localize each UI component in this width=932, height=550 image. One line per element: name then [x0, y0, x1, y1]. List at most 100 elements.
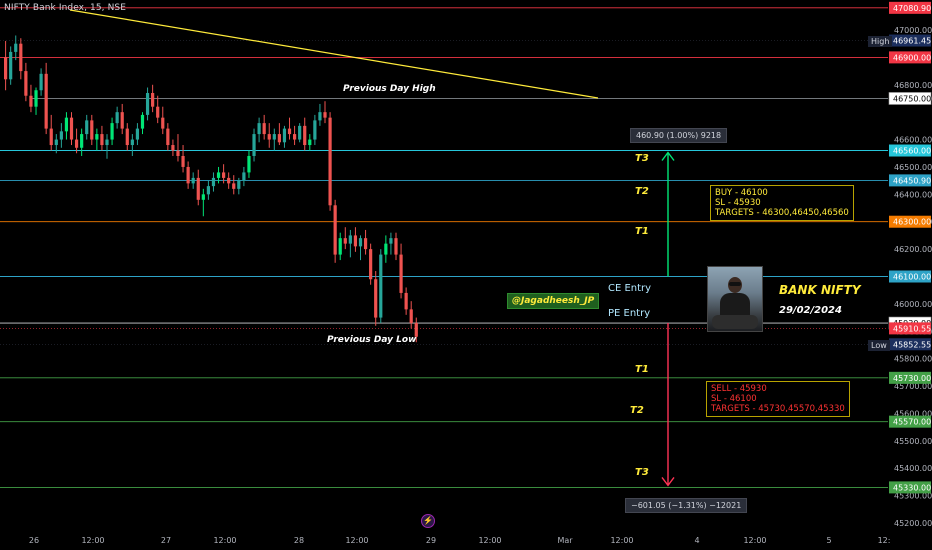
candle-body	[206, 186, 210, 195]
candle-body	[287, 128, 292, 135]
candle-body	[44, 73, 48, 129]
buy-setup-box: BUY - 46100 SL - 45930 TARGETS - 46300,4…	[710, 185, 854, 221]
x-tick-label: 12:00	[213, 536, 236, 545]
candle-body	[59, 131, 63, 140]
y-tick-label: 46800.00	[894, 81, 932, 90]
candle-body	[39, 73, 43, 91]
candle-body	[237, 180, 241, 189]
candle-body	[135, 128, 140, 140]
y-tick-label: 45200.00	[894, 519, 932, 528]
candle-body	[140, 114, 145, 129]
high-tag: High	[868, 36, 893, 47]
candle-body	[267, 134, 271, 140]
lightning-icon[interactable]: ⚡	[421, 514, 435, 528]
candle-body	[166, 128, 170, 146]
candle-body	[277, 134, 281, 143]
previous-day-high-label: Previous Day High	[343, 84, 436, 94]
candle-body	[120, 112, 124, 129]
card-date: 29/02/2024	[779, 305, 842, 316]
target-t2-up: T2	[635, 186, 649, 197]
target-t3-down: T3	[635, 467, 649, 478]
candle-body	[318, 112, 322, 121]
level-price-tag-label: 46100.00	[893, 273, 931, 282]
candle-body	[176, 150, 180, 156]
candle-body	[29, 95, 33, 107]
candle-body	[292, 134, 297, 140]
x-tick-label: 28	[294, 536, 304, 545]
candle-body	[358, 238, 363, 247]
y-tick-label: 47000.00	[894, 26, 932, 35]
candle-body	[74, 139, 79, 148]
level-price-tag-label: 46450.90	[893, 176, 931, 185]
candle-body	[171, 145, 175, 151]
candle-body	[186, 166, 190, 184]
candle-body	[64, 117, 69, 132]
previous-day-low-label: Previous Day Low	[327, 335, 417, 345]
buy-targets-line: TARGETS - 46300,46450,46560	[715, 208, 849, 218]
trend-line	[69, 9, 599, 99]
y-tick-label: 46400.00	[894, 190, 932, 199]
level-price-tag-label: 46961.45	[893, 37, 931, 46]
candle-body	[308, 139, 312, 146]
candle-body	[9, 51, 13, 80]
level-price-tag-label: 45852.55	[893, 340, 931, 349]
candle-body	[282, 128, 287, 143]
candle-body	[338, 238, 342, 255]
y-tick-label: 46600.00	[894, 136, 932, 145]
candle-body	[24, 71, 28, 96]
candle-body	[348, 235, 352, 244]
candle-body	[374, 279, 378, 318]
target-t1-down: T1	[635, 364, 649, 375]
pe-entry-label: PE Entry	[608, 308, 651, 319]
x-tick-label: 26	[29, 536, 39, 545]
candle-body	[85, 120, 89, 135]
candle-body	[298, 125, 302, 140]
buy-line: BUY - 46100	[715, 188, 768, 198]
candle-body	[232, 183, 236, 189]
candle-body	[257, 123, 261, 135]
candle-body	[389, 238, 393, 244]
level-price-tag-label: 45730.00	[893, 374, 931, 383]
candle-body	[49, 128, 53, 146]
down-measure-tag: −601.05 (−1.31%) −12021	[625, 498, 748, 513]
candle-body	[272, 134, 276, 140]
sell-sl-line: SL - 46100	[711, 394, 757, 404]
sell-setup-box: SELL - 45930 SL - 46100 TARGETS - 45730,…	[706, 381, 850, 417]
candle-body	[110, 123, 114, 140]
buy-sl-line: SL - 45930	[715, 198, 761, 208]
candle-body	[252, 134, 256, 156]
candle-body	[369, 249, 373, 280]
target-t3-up: T3	[635, 153, 649, 164]
candlestick-chart[interactable]: 47000.00 46800.00 46750.00 46600.00 46500.00…	[0, 0, 932, 550]
candle-body	[399, 254, 403, 293]
candle-body	[161, 117, 165, 129]
candle-body	[54, 139, 58, 146]
candle-body	[156, 106, 160, 118]
candle-body	[222, 172, 226, 178]
level-price-tag-label: 45910.55	[893, 324, 931, 333]
ce-entry-label: CE Entry	[608, 283, 652, 294]
candle-body	[151, 92, 155, 107]
level-price-tag-label: 45570.00	[893, 418, 931, 427]
x-tick-label: 5	[826, 536, 831, 545]
candle-body	[125, 128, 129, 146]
candle-body	[191, 177, 195, 184]
candle-body	[201, 194, 205, 200]
candle-body	[196, 177, 200, 200]
sell-targets-line: TARGETS - 45730,45570,45330	[711, 404, 845, 414]
candle-body	[211, 177, 216, 187]
x-tick-label: 12:00	[478, 536, 501, 545]
x-tick-label: 12:00	[610, 536, 633, 545]
x-tick-label: 29	[426, 536, 436, 545]
candle-body	[394, 238, 398, 255]
candle-body	[130, 139, 134, 146]
y-tick-label: 46000.00	[894, 300, 932, 309]
candle-body	[181, 155, 185, 167]
level-price-tag-label: 46560.00	[893, 147, 931, 156]
author-photo	[707, 266, 763, 332]
y-tick-label: 45500.00	[894, 437, 932, 446]
candle-body	[80, 134, 84, 148]
candle-body	[353, 235, 358, 247]
candle-body	[34, 90, 38, 107]
candle-body	[379, 254, 383, 318]
